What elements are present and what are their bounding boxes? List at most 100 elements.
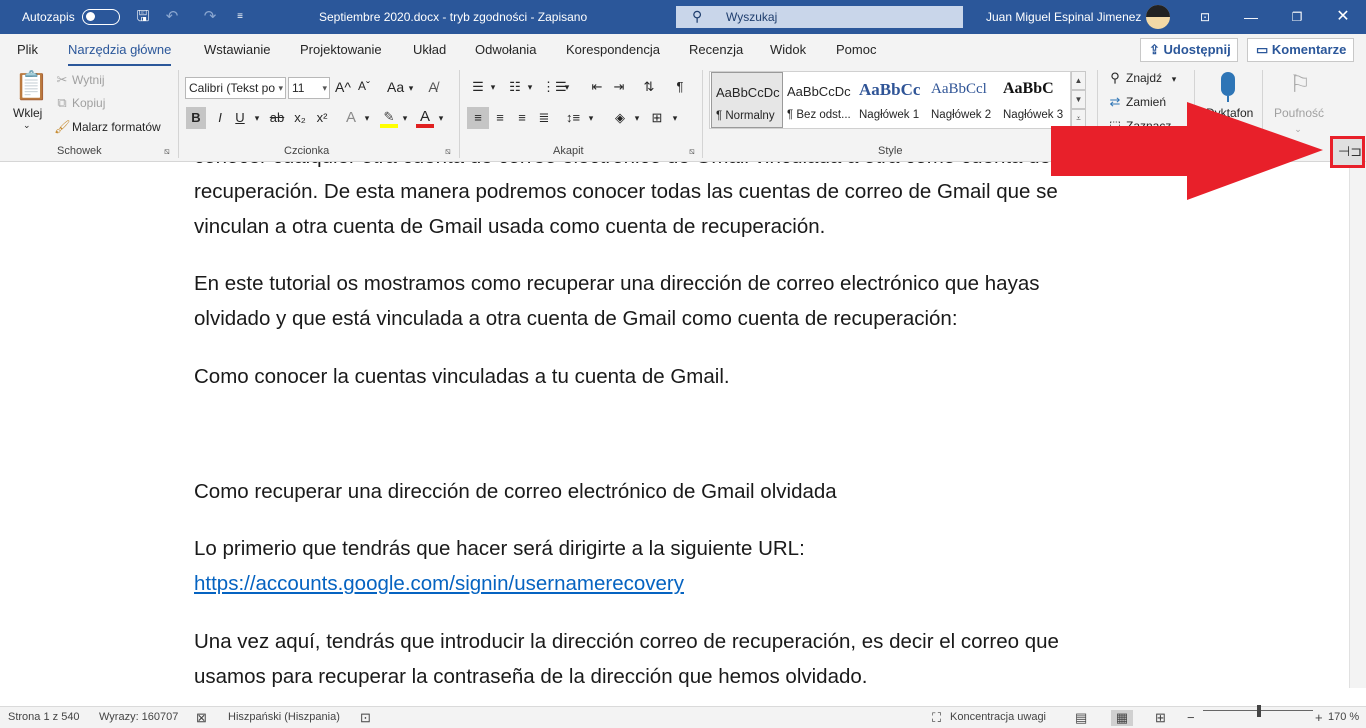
find-button[interactable]: Znajdź	[1126, 71, 1162, 85]
chevron-down-icon[interactable]: ▾	[670, 109, 680, 127]
align-center-icon[interactable]: ≡	[491, 109, 509, 127]
tab-help[interactable]: Pomoc	[836, 42, 876, 57]
paste-icon[interactable]: 📋	[14, 70, 49, 102]
chevron-down-icon[interactable]: ▾	[406, 79, 416, 97]
heading-line[interactable]: Como recuperar una dirección de correo e…	[194, 474, 837, 509]
justify-icon[interactable]: ≣	[535, 109, 553, 127]
chevron-down-icon[interactable]: ▾	[400, 109, 410, 127]
zoom-out-icon[interactable]: −	[1187, 710, 1195, 725]
share-button[interactable]: ⇪ Udostępnij	[1140, 38, 1238, 62]
strikethrough-button[interactable]: ab	[268, 109, 286, 127]
chevron-down-icon[interactable]: ▾	[525, 78, 535, 96]
paragraph-launcher-icon[interactable]: ⧅	[689, 146, 695, 157]
paragraph-line[interactable]: vinculan a otra cuenta de Gmail usada co…	[194, 209, 825, 244]
pin-ribbon-button[interactable]: ⊣⊐	[1330, 136, 1365, 168]
avatar[interactable]	[1146, 5, 1170, 29]
tab-file[interactable]: Plik	[17, 42, 38, 57]
tab-layout[interactable]: Układ	[413, 42, 446, 57]
grow-font-button[interactable]: A^	[335, 79, 351, 95]
chevron-down-icon[interactable]: ▾	[488, 78, 498, 96]
styles-scroll-up-icon[interactable]: ▲	[1071, 71, 1086, 90]
proofing-icon[interactable]: ⊠	[196, 710, 207, 725]
restore-button[interactable]: ❐	[1274, 0, 1320, 34]
tab-design[interactable]: Projektowanie	[300, 42, 382, 57]
page-count[interactable]: Strona 1 z 540	[8, 711, 80, 723]
bullets-icon[interactable]: ☰	[468, 78, 488, 96]
user-name[interactable]: Juan Miguel Espinal Jimenez	[986, 0, 1141, 34]
paragraph-line[interactable]: Una vez aquí, tendrás que introducir la …	[194, 624, 1059, 659]
tab-review[interactable]: Recenzja	[689, 42, 743, 57]
chevron-down-icon[interactable]: ▾	[586, 109, 596, 127]
clear-formatting-icon[interactable]: A̸	[424, 78, 442, 96]
tab-home[interactable]: Narzędzia główne	[68, 42, 172, 67]
pilcrow-icon[interactable]: ¶	[672, 78, 688, 96]
paragraph-line[interactable]: conocer cualquier otra cuenta de correo …	[194, 162, 1051, 174]
zoom-level[interactable]: 170 %	[1328, 711, 1359, 723]
paragraph-line[interactable]: En este tutorial os mostramos como recup…	[194, 266, 1040, 301]
format-painter-button[interactable]: Malarz formatów	[72, 120, 161, 134]
shrink-font-button[interactable]: Aˇ	[358, 79, 370, 93]
clipboard-launcher-icon[interactable]: ⧅	[164, 146, 170, 157]
bold-button[interactable]: B	[186, 107, 206, 129]
microphone-icon[interactable]	[1221, 72, 1235, 102]
print-layout-icon[interactable]: ▦	[1111, 710, 1133, 726]
borders-icon[interactable]: ⊞	[648, 109, 666, 127]
comments-button[interactable]: ▭ Komentarze	[1247, 38, 1354, 62]
paste-button[interactable]: Wklej	[13, 106, 42, 120]
paragraph-line[interactable]: usamos para recuperar la contraseña de l…	[194, 659, 867, 688]
numbering-icon[interactable]: ☷	[505, 78, 525, 96]
text-effects-icon[interactable]: A	[342, 109, 360, 127]
tab-insert[interactable]: Wstawianie	[204, 42, 270, 57]
language-label[interactable]: Hiszpański (Hiszpania)	[228, 711, 340, 723]
customize-toolbar-icon[interactable]: ≡	[231, 8, 249, 26]
zoom-slider-thumb[interactable]	[1257, 705, 1261, 717]
recovery-link[interactable]: https://accounts.google.com/signin/usern…	[194, 572, 684, 595]
chevron-down-icon[interactable]: ▾	[362, 109, 372, 127]
font-color-icon[interactable]: A	[416, 108, 434, 128]
style-heading-2[interactable]: AaBbCcl Nagłówek 2	[927, 72, 999, 128]
style-no-spacing[interactable]: AaBbCcDc ¶ Bez odst...	[783, 72, 855, 128]
document-page[interactable]: conocer cualquier otra cuenta de correo …	[0, 162, 1349, 688]
decrease-indent-icon[interactable]: ⇤	[588, 78, 606, 96]
align-left-button[interactable]: ≡	[467, 107, 489, 129]
line-spacing-icon[interactable]: ↕≡	[564, 109, 582, 127]
read-mode-icon[interactable]: ▤	[1075, 710, 1087, 725]
chevron-down-icon[interactable]: ▾	[1169, 70, 1179, 88]
subscript-button[interactable]: x₂	[292, 109, 308, 127]
undo-icon[interactable]: ↶	[163, 8, 181, 26]
paragraph-line[interactable]: olvidado y que está vinculada a otra cue…	[194, 301, 958, 336]
cut-button[interactable]: Wytnij	[72, 73, 105, 87]
shading-icon[interactable]: ◈	[611, 109, 629, 127]
close-button[interactable]: ✕	[1320, 0, 1366, 34]
save-icon[interactable]: 🖫	[134, 8, 152, 26]
web-layout-icon[interactable]: ⊞	[1155, 710, 1166, 725]
paste-dropdown-icon[interactable]: ⌄	[23, 120, 31, 131]
tab-mailings[interactable]: Korespondencja	[566, 42, 660, 57]
vertical-scrollbar[interactable]	[1349, 162, 1366, 688]
change-case-button[interactable]: Aa	[387, 79, 404, 95]
multilevel-list-icon[interactable]: ⋮☰	[542, 78, 567, 96]
chevron-down-icon[interactable]: ▾	[562, 78, 572, 96]
minimize-button[interactable]: —	[1228, 0, 1274, 34]
word-count[interactable]: Wyrazy: 160707	[99, 711, 178, 723]
focus-mode-button[interactable]: Koncentracja uwagi	[950, 711, 1046, 723]
chevron-down-icon[interactable]: ▾	[252, 109, 262, 127]
chevron-down-icon[interactable]: ▾	[632, 109, 642, 127]
heading-line[interactable]: Como conocer la cuentas vinculadas a tu …	[194, 359, 730, 394]
style-heading-1[interactable]: AaBbCc Nagłówek 1	[855, 72, 927, 128]
paragraph-line[interactable]: recuperación. De esta manera podremos co…	[194, 174, 1058, 209]
tab-references[interactable]: Odwołania	[475, 42, 536, 57]
font-launcher-icon[interactable]: ⧅	[445, 146, 451, 157]
font-size-combo[interactable]: 11 ▾	[288, 77, 330, 99]
align-right-icon[interactable]: ≡	[513, 109, 531, 127]
paragraph-line[interactable]: Lo primerio que tendrás que hacer será d…	[194, 531, 805, 566]
tab-view[interactable]: Widok	[770, 42, 806, 57]
accessibility-icon[interactable]: ⊡	[360, 710, 371, 725]
search-box[interactable]: ⚲ Wyszukaj	[676, 6, 963, 28]
underline-button[interactable]: U	[233, 109, 247, 127]
increase-indent-icon[interactable]: ⇥	[610, 78, 628, 96]
superscript-button[interactable]: x²	[314, 109, 330, 127]
highlight-icon[interactable]: ✎	[380, 108, 398, 128]
style-normal[interactable]: AaBbCcDc ¶ Normalny	[711, 72, 783, 128]
zoom-in-icon[interactable]: +	[1315, 710, 1323, 725]
